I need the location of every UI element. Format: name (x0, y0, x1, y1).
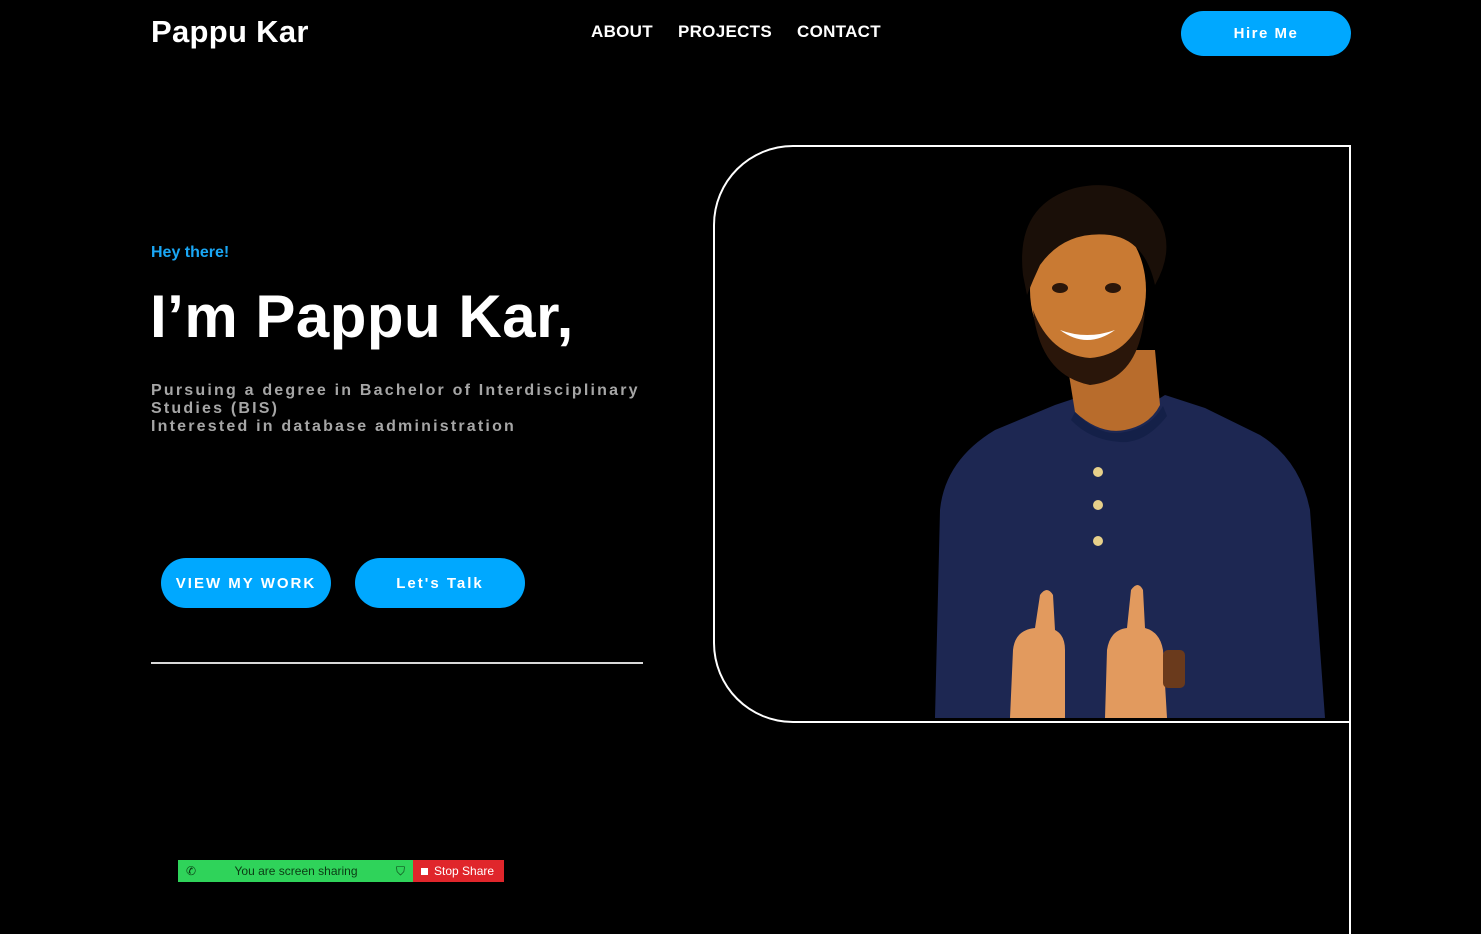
nav-about-link[interactable]: ABOUT (591, 22, 653, 42)
stop-share-button[interactable]: Stop Share (413, 860, 504, 882)
screen-share-label: You are screen sharing (234, 864, 358, 878)
screen-share-bar: ✆ You are screen sharing ⛉ Stop Share (178, 860, 504, 882)
hero-divider (151, 662, 643, 664)
nav-contact-link[interactable]: CONTACT (797, 22, 881, 42)
bio-line-interest: Interested in database administration (151, 418, 517, 435)
bio-line-degree: Pursuing a degree in Bachelor of Interdi… (151, 382, 640, 417)
stop-icon (421, 867, 428, 875)
hero-headline: I’m Pappu Kar, (150, 283, 574, 350)
screen-share-status: ✆ You are screen sharing ⛉ (178, 860, 413, 882)
hero-bio: Pursuing a degree in Bachelor of Interdi… (151, 382, 651, 436)
shield-icon: ⛉ (395, 863, 405, 878)
main-nav: ABOUT PROJECTS CONTACT (591, 22, 881, 42)
phone-icon: ✆ (186, 864, 197, 878)
site-logo[interactable]: Pappu Kar (151, 14, 309, 50)
hero-greeting: Hey there! (151, 244, 230, 261)
stop-share-label: Stop Share (434, 864, 495, 878)
frame-vertical-line (1349, 145, 1351, 934)
nav-projects-link[interactable]: PROJECTS (678, 22, 772, 42)
portrait-photo (935, 185, 1325, 718)
lets-talk-button[interactable]: Let's Talk (355, 558, 525, 608)
view-my-work-button[interactable]: VIEW MY WORK (161, 558, 331, 608)
hire-me-button[interactable]: Hire Me (1181, 11, 1351, 56)
